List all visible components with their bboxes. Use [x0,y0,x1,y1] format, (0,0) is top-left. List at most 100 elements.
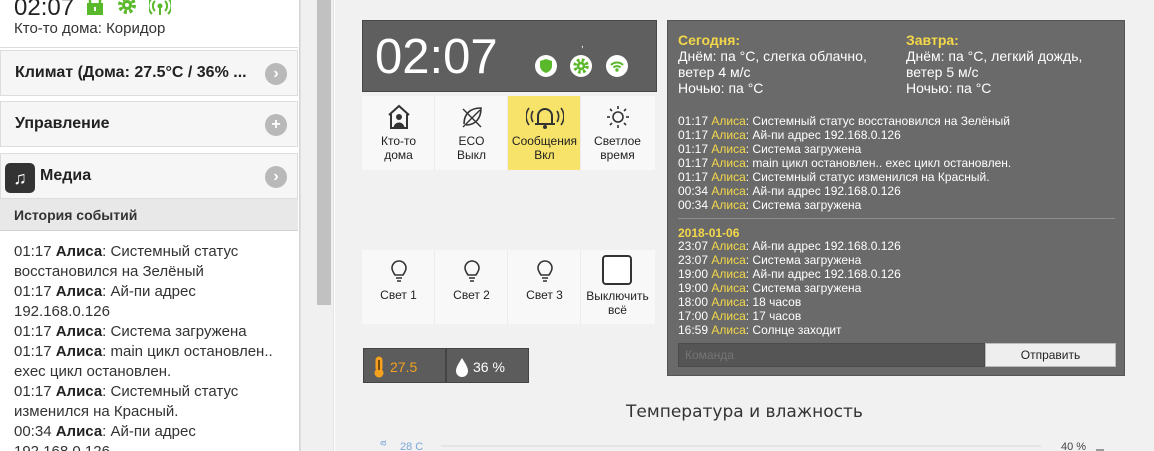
history-time: 01:17 [14,283,52,300]
scrollbar-thumb[interactable] [317,0,331,305]
log-text: : Система загружена [745,281,862,295]
accordion-control[interactable]: Управление + [0,101,298,147]
forecast-tomorrow-wind: ветер 5 м/с [906,64,979,80]
chart-title: Температура и влажность [626,402,863,422]
accordion-climate-label: Климат (Дома: 27.5°C / 36% ... [15,64,247,81]
log-text: : 17 часов [745,309,802,323]
tile-label: Свет 1 [380,288,417,302]
log-user: Алиса [711,170,746,184]
tile-label: Вкл [534,148,555,162]
chart-right-axis-label: 40 % [1061,441,1086,451]
log-entry: 01:17 Алиса: Ай-пи адрес 192.168.0.126 [678,128,901,142]
accordion-control-label: Управление [15,115,110,132]
plus-icon[interactable]: + [265,114,287,136]
log-text: : Системный статус изменился на Красный. [745,170,990,184]
history-user: Алиса [55,423,103,440]
humidity-value: 36 % [473,359,505,375]
log-time: 01:17 [678,128,709,142]
history-user: Алиса [55,243,103,260]
log-time: 01:17 [678,170,709,184]
forecast-today-wind: ветер 4 м/с [678,64,751,80]
log-text: : Система загружена [745,198,862,212]
tile-light-2[interactable]: Свет 2 [435,250,508,324]
log-user: Алиса [711,184,746,198]
shield-icon [535,55,557,77]
accordion-media[interactable]: ♫ Медиа › [0,153,298,199]
tile-label: Кто-то [380,134,417,148]
tile-all-off[interactable]: Выключить всё [581,250,654,324]
tile-label: Выключить [586,289,649,303]
log-text: : Система загружена [745,253,862,267]
log-entry: 01:17 Алиса: Системный статус восстанови… [678,114,1010,128]
log-time: 01:17 [678,156,709,170]
log-time: 01:17 [678,142,709,156]
log-time: 18:00 [678,295,709,309]
history-title: История событий [14,207,138,223]
send-button[interactable]: Отправить [985,343,1116,367]
log-date: 2018-01-06 [678,226,740,240]
history-entry: 01:17 Алиса: Система загружена [14,322,292,342]
music-note-icon: ♫ [5,163,35,193]
log-user: Алиса [711,142,746,156]
event-log-panel: Сегодня: Днём: па °C, слегка облачно, ве… [667,20,1125,376]
tile-someone-home[interactable]: Кто-то дома [362,96,435,170]
sidebar-scrollbar[interactable] [300,0,334,451]
gear-icon [570,55,592,77]
light-tiles: Свет 1 Свет 2 Свет 3 Выключить всё [362,250,655,324]
tile-light-3[interactable]: Свет 3 [508,250,581,324]
log-user: Алиса [711,253,746,267]
log-time: 17:00 [678,309,709,323]
history-entry: 01:17 Алиса: main цикл остановлен.. exec… [14,342,292,382]
log-text: : Ай-пи адрес 192.168.0.126 [745,128,901,142]
history-time: 00:34 [14,423,52,440]
home-person-icon [387,104,411,130]
clock-panel: 02:07 , [362,20,657,92]
lock-icon [84,0,106,16]
forecast-today-title: Сегодня: [678,32,741,48]
log-user: Алиса [711,156,746,170]
tile-daylight[interactable]: Светлое время [581,96,654,170]
chevron-right-icon[interactable]: › [265,63,287,85]
log-time: 23:07 [678,239,709,253]
log-text: : Ай-пи адрес 192.168.0.126 [745,239,901,253]
log-time: 23:07 [678,253,709,267]
log-entry: 01:17 Алиса: Система загружена [678,142,861,156]
tile-light-1[interactable]: Свет 1 [362,250,435,324]
accordion-climate[interactable]: Климат (Дома: 27.5°C / 36% ... › [0,50,298,96]
forecast-tomorrow-day: Днём: па °C, легкий дождь, [906,48,1083,64]
log-entry: 23:07 Алиса: Ай-пи адрес 192.168.0.126 [678,239,901,253]
history-time: 01:17 [14,383,52,400]
log-entry: 19:00 Алиса: Система загружена [678,281,861,295]
log-time: 01:17 [678,114,709,128]
log-time: 19:00 [678,281,709,295]
clock-tick: , [581,39,584,50]
history-entry: 01:17 Алиса: Системный статус изменился … [14,382,292,422]
forecast-tomorrow-night: Ночью: па °C [906,80,992,96]
thermometer-icon [370,355,388,379]
history-entry: 01:17 Алиса: Ай-пи адрес 192.168.0.126 [14,282,292,322]
accordion-media-label: Медиа [40,167,92,184]
command-input[interactable] [678,343,985,367]
tile-label: Свет 2 [453,288,490,302]
wifi-icon [147,0,173,16]
droplet-icon [453,355,471,379]
mode-tiles: Кто-то дома ECO Выкл Сообщения Вкл Светлое в… [362,96,655,170]
history-list: 01:17 Алиса: Системный статус восстанови… [14,242,292,451]
history-user: Алиса [55,343,103,360]
sidebar: 02:07 Кто-то дома: Коридор Климат (Дома:… [0,0,300,451]
forecast-tomorrow-title: Завтра: [906,32,959,48]
history-time: 01:17 [14,323,52,340]
tile-messages[interactable]: Сообщения Вкл [508,96,581,170]
log-time: 00:34 [678,184,709,198]
chevron-right-icon[interactable]: › [265,166,287,188]
log-text: : Ай-пи адрес 192.168.0.126 [745,267,901,281]
tile-label: дома [384,148,413,162]
chart-left-axis-label: 28 C [400,441,423,451]
log-entry: 23:07 Алиса: Система загружена [678,253,861,267]
sidebar-status-icons [84,0,177,18]
presence-status: Кто-то дома: Коридор [14,20,166,37]
chart-left-series-label: а [378,440,389,446]
log-user: Алиса [711,198,746,212]
log-user: Алиса [711,281,746,295]
tile-eco[interactable]: ECO Выкл [435,96,508,170]
